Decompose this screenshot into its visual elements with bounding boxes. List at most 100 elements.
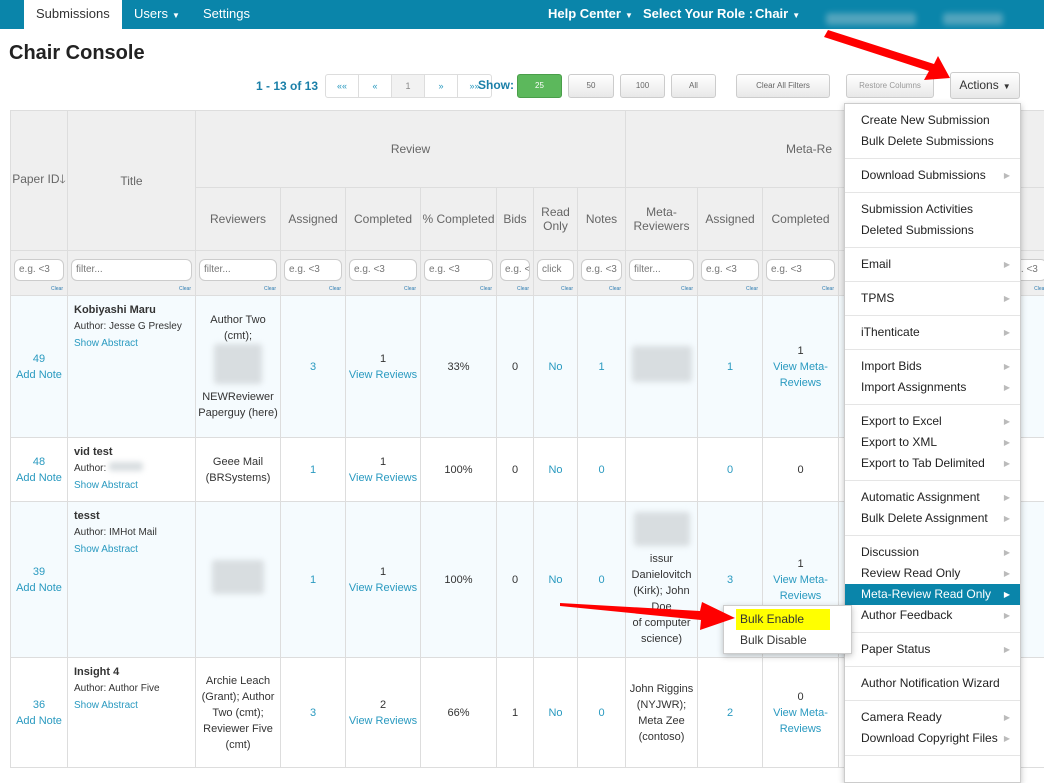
- header-meta-assigned[interactable]: Assigned: [698, 188, 763, 251]
- meta-assigned-link[interactable]: 3: [727, 574, 733, 586]
- add-note-link[interactable]: Add Note: [16, 582, 62, 594]
- page-1-button[interactable]: 1: [392, 75, 425, 97]
- read-only-link[interactable]: No: [548, 574, 562, 586]
- menu-item-paper-status[interactable]: Paper Status▶: [845, 639, 1020, 660]
- menu-item-author-notification-wizard[interactable]: Author Notification Wizard: [845, 673, 1020, 694]
- view-meta-reviews-link[interactable]: View Meta-Reviews: [773, 361, 828, 389]
- bulk-enable-item[interactable]: Bulk Enable: [736, 609, 830, 630]
- filter-read-only[interactable]: click: [537, 259, 574, 281]
- menu-item-export-to-xml[interactable]: Export to XML▶: [845, 432, 1020, 453]
- menu-item-export-to-tab-delimited[interactable]: Export to Tab Delimited▶: [845, 453, 1020, 474]
- menu-item-export-to-excel[interactable]: Export to Excel▶: [845, 411, 1020, 432]
- filter-title[interactable]: filter...: [71, 259, 192, 281]
- clear-link[interactable]: Clear: [746, 286, 758, 292]
- clear-link[interactable]: Clear: [561, 286, 573, 292]
- menu-item-discussion[interactable]: Discussion▶: [845, 542, 1020, 563]
- menu-item-create-new-submission[interactable]: Create New Submission: [845, 110, 1020, 131]
- filter-completed[interactable]: e.g. <3: [349, 259, 417, 281]
- view-reviews-link[interactable]: View Reviews: [349, 369, 417, 381]
- clear-link[interactable]: Clear: [329, 286, 341, 292]
- paper-id-link[interactable]: 48: [33, 456, 45, 468]
- clear-link[interactable]: Clear: [822, 286, 834, 292]
- view-meta-reviews-link[interactable]: View Meta-Reviews: [773, 707, 828, 735]
- bulk-disable-item[interactable]: Bulk Disable: [724, 630, 851, 651]
- show-abstract-link[interactable]: Show Abstract: [74, 700, 138, 711]
- meta-assigned-link[interactable]: 1: [727, 361, 733, 373]
- menu-item-import-bids[interactable]: Import Bids▶: [845, 356, 1020, 377]
- header-meta-reviewers[interactable]: Meta-Reviewers: [626, 188, 698, 251]
- clear-link[interactable]: Clear: [404, 286, 416, 292]
- header-pct-completed[interactable]: % Completed: [421, 188, 497, 251]
- filter-meta-reviewers[interactable]: filter...: [629, 259, 694, 281]
- filter-assigned[interactable]: e.g. <3: [284, 259, 342, 281]
- header-title[interactable]: Title: [68, 111, 196, 251]
- menu-item-meta-review-read-only[interactable]: Meta-Review Read Only▶: [845, 584, 1020, 605]
- show-abstract-link[interactable]: Show Abstract: [74, 480, 138, 491]
- actions-button[interactable]: Actions▼: [950, 72, 1020, 99]
- read-only-link[interactable]: No: [548, 464, 562, 476]
- header-reviewers[interactable]: Reviewers: [196, 188, 281, 251]
- assigned-link[interactable]: 3: [310, 707, 316, 719]
- clear-link[interactable]: Clear: [179, 286, 191, 292]
- header-read-only[interactable]: Read Only: [534, 188, 578, 251]
- clear-link[interactable]: Clear: [1034, 286, 1044, 292]
- menu-item-bulk-delete-submissions[interactable]: Bulk Delete Submissions: [845, 131, 1020, 152]
- view-reviews-link[interactable]: View Reviews: [349, 472, 417, 484]
- filter-notes[interactable]: e.g. <3: [581, 259, 622, 281]
- user-menu-blurred[interactable]: [943, 7, 1003, 21]
- show-abstract-link[interactable]: Show Abstract: [74, 544, 138, 555]
- paper-id-link[interactable]: 49: [33, 353, 45, 365]
- menu-item-bulk-delete-assignment[interactable]: Bulk Delete Assignment▶: [845, 508, 1020, 529]
- paper-id-link[interactable]: 39: [33, 566, 45, 578]
- notes-link[interactable]: 0: [598, 707, 604, 719]
- header-meta-completed[interactable]: Completed: [763, 188, 839, 251]
- restore-columns-button[interactable]: Restore Columns: [846, 74, 934, 98]
- show-50-button[interactable]: 50: [568, 74, 614, 98]
- first-page-button[interactable]: ««: [326, 75, 359, 97]
- filter-reviewers[interactable]: filter...: [199, 259, 277, 281]
- menu-item-camera-ready[interactable]: Camera Ready▶: [845, 707, 1020, 728]
- clear-link[interactable]: Clear: [609, 286, 621, 292]
- view-reviews-link[interactable]: View Reviews: [349, 715, 417, 727]
- add-note-link[interactable]: Add Note: [16, 715, 62, 727]
- show-25-button[interactable]: 25: [517, 74, 562, 98]
- header-assigned[interactable]: Assigned: [281, 188, 346, 251]
- clear-all-filters-button[interactable]: Clear All Filters: [736, 74, 830, 98]
- add-note-link[interactable]: Add Note: [16, 369, 62, 381]
- menu-item-ithenticate[interactable]: iThenticate▶: [845, 322, 1020, 343]
- meta-assigned-link[interactable]: 0: [727, 464, 733, 476]
- nav-settings[interactable]: Settings: [203, 0, 250, 29]
- next-page-button[interactable]: »: [425, 75, 458, 97]
- filter-meta-assigned[interactable]: e.g. <3: [701, 259, 759, 281]
- role-select[interactable]: Chair▼: [755, 0, 800, 29]
- notes-link[interactable]: 0: [598, 574, 604, 586]
- menu-item-tpms[interactable]: TPMS▶: [845, 288, 1020, 309]
- clear-link[interactable]: Clear: [681, 286, 693, 292]
- show-100-button[interactable]: 100: [620, 74, 665, 98]
- filter-meta-completed[interactable]: e.g. <3: [766, 259, 835, 281]
- nav-help-center[interactable]: Help Center▼: [548, 0, 633, 29]
- filter-bids[interactable]: e.g. <3: [500, 259, 530, 281]
- menu-item-email[interactable]: Email▶: [845, 254, 1020, 275]
- menu-item-automatic-assignment[interactable]: Automatic Assignment▶: [845, 487, 1020, 508]
- clear-link[interactable]: Clear: [51, 286, 63, 292]
- notes-link[interactable]: 0: [598, 464, 604, 476]
- menu-item-review-read-only[interactable]: Review Read Only▶: [845, 563, 1020, 584]
- clear-link[interactable]: Clear: [480, 286, 492, 292]
- read-only-link[interactable]: No: [548, 707, 562, 719]
- show-abstract-link[interactable]: Show Abstract: [74, 338, 138, 349]
- filter-paper-id[interactable]: e.g. <3: [14, 259, 64, 281]
- prev-page-button[interactable]: «: [359, 75, 392, 97]
- assigned-link[interactable]: 1: [310, 574, 316, 586]
- header-completed[interactable]: Completed: [346, 188, 421, 251]
- menu-item-download-copyright-files[interactable]: Download Copyright Files▶: [845, 728, 1020, 749]
- header-bids[interactable]: Bids: [497, 188, 534, 251]
- nav-users[interactable]: Users▼: [134, 0, 180, 29]
- header-paper-id[interactable]: Paper ID🡓: [11, 111, 68, 251]
- menu-item-deleted-submissions[interactable]: Deleted Submissions: [845, 220, 1020, 241]
- read-only-link[interactable]: No: [548, 361, 562, 373]
- meta-assigned-link[interactable]: 2: [727, 707, 733, 719]
- paper-id-link[interactable]: 36: [33, 699, 45, 711]
- clear-link[interactable]: Clear: [264, 286, 276, 292]
- notes-link[interactable]: 1: [598, 361, 604, 373]
